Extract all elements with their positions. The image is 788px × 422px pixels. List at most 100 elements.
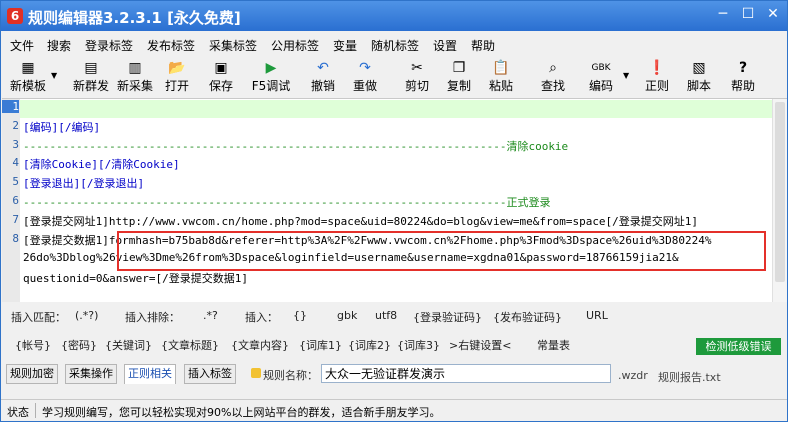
tab-rule-encrypt[interactable]: 规则加密 [6, 364, 58, 384]
menu-variables[interactable]: 变量 [333, 37, 357, 54]
insert-gbk[interactable]: gbk [337, 309, 357, 322]
line-number: 7 [12, 213, 19, 226]
line-number: 4 [12, 156, 19, 169]
insert-password[interactable]: {密码} [61, 337, 97, 353]
script-button[interactable]: ▧ 脚本 [683, 59, 715, 95]
new-collect-icon: ▥ [128, 60, 142, 76]
insert-braces[interactable]: {} [293, 309, 307, 322]
script-icon: ▧ [692, 60, 706, 76]
insert-url[interactable]: URL [586, 309, 608, 322]
menu-search[interactable]: 搜索 [47, 37, 71, 54]
regex-button[interactable]: ❗ 正则 [641, 59, 673, 95]
dropdown-arrow-icon[interactable]: ▼ [623, 71, 629, 80]
status-text: 学习规则编写，您可以轻松实现对90%以上网站平台的群发，适合新手朋友学习。 [42, 406, 441, 419]
tab-regex[interactable]: 正则相关 [124, 364, 176, 384]
insert-label: 插入： [245, 311, 278, 324]
save-button[interactable]: ▣ 保存 [205, 59, 237, 95]
insert-tags-row: {帐号} {密码} {关键词} {文章标题} {文章内容} {词库1} {词库2… [1, 334, 787, 356]
insert-article-title[interactable]: {文章标题} [161, 337, 219, 353]
insert-utf8[interactable]: utf8 [375, 309, 397, 322]
open-folder-icon: 📂 [168, 60, 186, 76]
debug-run-icon: ▶ [265, 60, 277, 76]
paste-icon: 📋 [492, 60, 510, 76]
red-highlight-box [117, 231, 766, 271]
menu-collect-tags[interactable]: 采集标签 [209, 37, 257, 54]
scissors-icon: ✂ [411, 60, 423, 76]
copy-icon: ❐ [452, 60, 466, 76]
undo-button[interactable]: ↶ 撤销 [307, 59, 339, 95]
insert-article-content[interactable]: {文章内容} [231, 337, 289, 353]
line-number: 2 [12, 119, 19, 132]
new-publish-button[interactable]: ▤ 新群发 [71, 59, 111, 95]
insert-match-label: 插入匹配： [11, 311, 66, 324]
help-button[interactable]: ? 帮助 [727, 59, 759, 95]
insert-hints-row: 插入匹配： (.*?) 插入排除： .*? 插入： {} gbk utf8 {登… [1, 306, 787, 328]
insert-exclude-value[interactable]: .*? [203, 309, 218, 322]
insert-publish-captcha[interactable]: {发布验证码} [493, 309, 562, 325]
open-button[interactable]: 📂 打开 [161, 59, 193, 95]
encoding-button[interactable]: GBK 编码 [585, 59, 617, 95]
line-number: 3 [12, 138, 19, 151]
debug-run-button[interactable]: ▶ F5调试 [249, 59, 293, 95]
menu-bar: 文件 搜索 登录标签 发布标签 采集标签 公用标签 变量 随机标签 设置 帮助 [1, 32, 787, 56]
menu-login-tags[interactable]: 登录标签 [85, 37, 133, 54]
line-number: 1 [2, 100, 19, 113]
constants-table[interactable]: 常量表 [537, 337, 570, 353]
line-number: 8 [12, 232, 19, 245]
paste-button[interactable]: 📋 粘贴 [485, 59, 517, 95]
close-button[interactable]: ✕ [763, 5, 783, 23]
vertical-scrollbar[interactable] [772, 99, 787, 302]
status-label: 状态 [7, 406, 29, 419]
insert-account[interactable]: {帐号} [15, 337, 51, 353]
menu-file[interactable]: 文件 [10, 37, 34, 54]
check-errors-button[interactable]: 检测低级错误 [696, 338, 781, 355]
redo-icon: ↷ [359, 60, 371, 76]
insert-lexicon1[interactable]: {词库1} [299, 337, 342, 353]
current-line-highlight [20, 100, 772, 118]
warning-icon: ❗ [648, 60, 666, 76]
app-logo-icon: 6 [7, 8, 23, 24]
window-title: 规则编辑器3.2.3.1 [永久免费] [28, 9, 241, 27]
rule-report-link[interactable]: 规则报告.txt [658, 369, 721, 385]
redo-button[interactable]: ↷ 重做 [349, 59, 381, 95]
rule-extension: .wzdr [618, 369, 648, 382]
code-line: questionid=0&answer=[/登录提交数据1] [23, 272, 248, 285]
find-button[interactable]: ⌕ 查找 [537, 59, 569, 95]
new-collect-button[interactable]: ▥ 新采集 [115, 59, 155, 95]
menu-random-tags[interactable]: 随机标签 [371, 37, 419, 54]
undo-icon: ↶ [317, 60, 329, 76]
menu-common-tags[interactable]: 公用标签 [271, 37, 319, 54]
scrollbar-thumb[interactable] [775, 102, 785, 282]
save-icon: ▣ [214, 60, 228, 76]
maximize-button[interactable]: ☐ [738, 5, 758, 23]
encoding-icon: GBK [591, 63, 611, 73]
rule-name-input[interactable] [321, 364, 611, 383]
toolbar: ▦ 新模板 ▼ ▤ 新群发 ▥ 新采集 📂 打开 ▣ 保存 ▶ F5调试 ↶ 撤销 ↷ 重做 ✂… [1, 57, 787, 97]
code-line: ----------------------------------------… [23, 196, 551, 209]
binoculars-icon: ⌕ [549, 60, 557, 76]
copy-button[interactable]: ❐ 复制 [443, 59, 475, 95]
insert-lexicon3[interactable]: {词库3} [397, 337, 440, 353]
menu-publish-tags[interactable]: 发布标签 [147, 37, 195, 54]
code-editor[interactable]: 1 2 3 4 5 6 7 8 [编码][/编码] --------------… [2, 98, 787, 302]
insert-keyword[interactable]: {关键词} [105, 337, 152, 353]
cut-button[interactable]: ✂ 剪切 [401, 59, 433, 95]
tab-collect-ops[interactable]: 采集操作 [65, 364, 117, 384]
menu-settings[interactable]: 设置 [433, 37, 457, 54]
insert-match-value[interactable]: (.*?) [75, 309, 98, 322]
right-click-settings[interactable]: >右键设置< [449, 337, 511, 353]
insert-exclude-label: 插入排除： [125, 311, 180, 324]
new-template-button[interactable]: ▦ 新模板 [7, 59, 49, 95]
code-line: [清除Cookie][/清除Cookie] [23, 158, 180, 171]
minimize-button[interactable]: ─ [713, 5, 733, 23]
rule-file-icon [251, 368, 261, 378]
status-bar: 状态 学习规则编写，您可以轻松实现对90%以上网站平台的群发，适合新手朋友学习。 [1, 399, 787, 421]
title-bar[interactable]: 6 规则编辑器3.2.3.1 [永久免费] ─ ☐ ✕ [1, 1, 787, 31]
help-icon: ? [738, 60, 748, 76]
insert-lexicon2[interactable]: {词库2} [348, 337, 391, 353]
tab-insert-tags[interactable]: 插入标签 [184, 364, 236, 384]
new-publish-icon: ▤ [84, 60, 98, 76]
insert-login-captcha[interactable]: {登录验证码} [413, 309, 482, 325]
menu-help[interactable]: 帮助 [471, 37, 495, 54]
dropdown-arrow-icon[interactable]: ▼ [51, 71, 57, 80]
